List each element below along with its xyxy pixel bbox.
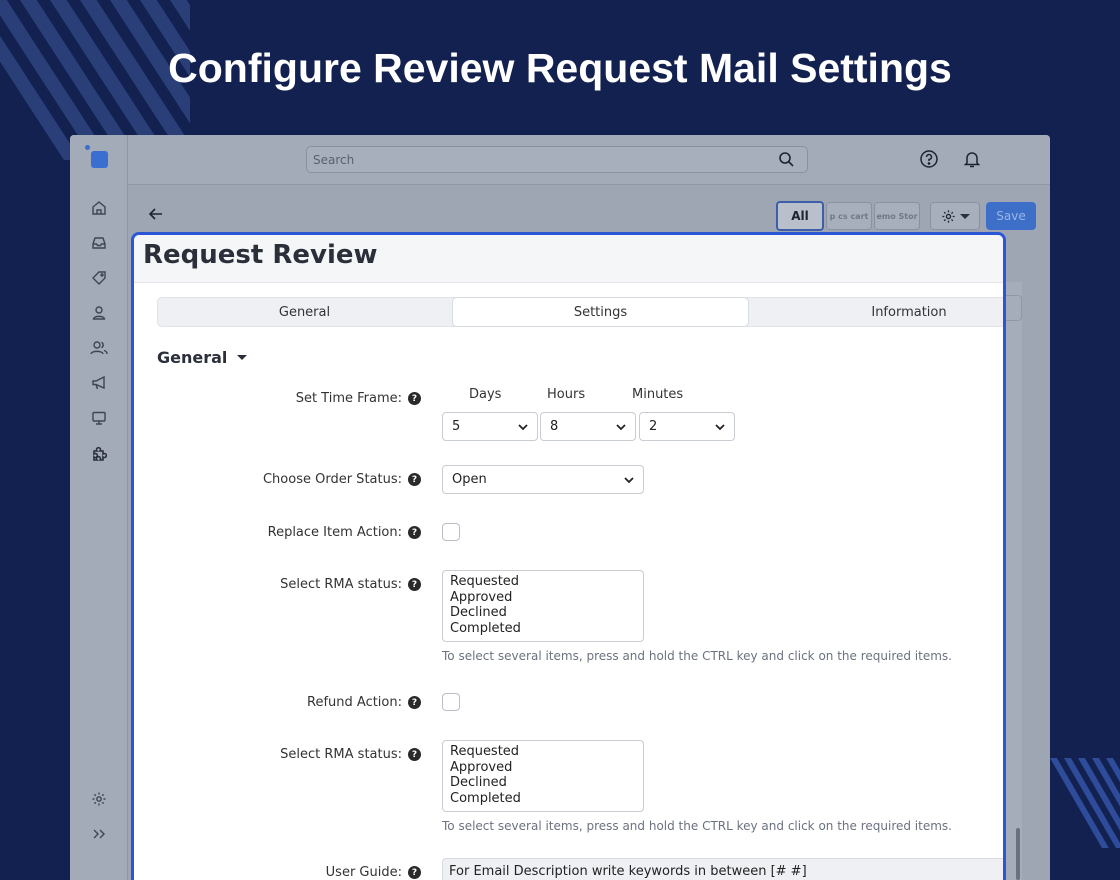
caret-down-icon <box>237 355 248 360</box>
monitor-icon[interactable] <box>90 409 108 427</box>
hours-select-value: 8 <box>550 419 559 434</box>
inbox-icon[interactable] <box>90 234 108 252</box>
request-review-panel: Request Review General Settings Informat… <box>131 232 1006 880</box>
megaphone-icon[interactable] <box>90 374 108 392</box>
list-item[interactable]: Requested <box>450 744 636 760</box>
user-icon[interactable] <box>90 304 108 322</box>
days-select[interactable]: 5 <box>442 412 538 441</box>
rma-status-label: Select RMA status: <box>280 577 402 592</box>
user-guide-field: For Email Description write keywords in … <box>442 858 1003 880</box>
list-item[interactable]: Approved <box>450 590 636 606</box>
replace-item-action-label: Replace Item Action: <box>267 525 402 540</box>
order-status-select[interactable]: Open <box>442 465 644 494</box>
decorative-stripes-bottom-right <box>1050 758 1120 848</box>
order-status-value: Open <box>452 472 487 487</box>
time-frame-label: Set Time Frame: <box>295 391 402 406</box>
settings-gear-icon[interactable] <box>90 790 108 808</box>
minutes-select[interactable]: 2 <box>639 412 735 441</box>
back-arrow-icon[interactable] <box>148 206 164 226</box>
refund-action-checkbox[interactable] <box>442 693 460 711</box>
left-sidebar <box>70 135 128 880</box>
bell-icon[interactable] <box>962 149 982 169</box>
days-column-label: Days <box>469 387 502 402</box>
home-icon[interactable] <box>90 199 108 217</box>
help-tooltip-icon[interactable]: ? <box>408 526 421 539</box>
multiselect-hint: To select several items, press and hold … <box>442 819 952 833</box>
rma-status-label-row-2: Select RMA status: ? <box>280 747 421 762</box>
list-item[interactable]: Approved <box>450 760 636 776</box>
store-button-cscart[interactable]: p cs cart <box>826 202 872 230</box>
caret-down-icon <box>959 213 970 219</box>
page-headline: Configure Review Request Mail Settings <box>168 45 952 91</box>
tab-general[interactable]: General <box>158 298 451 326</box>
tab-information[interactable]: Information <box>754 298 1003 326</box>
help-tooltip-icon[interactable]: ? <box>408 473 421 486</box>
list-item[interactable]: Completed <box>450 621 636 637</box>
hours-select[interactable]: 8 <box>540 412 636 441</box>
rma-status-multiselect-2[interactable]: Requested Approved Declined Completed <box>442 740 644 812</box>
chevron-down-icon <box>714 421 726 437</box>
tab-settings[interactable]: Settings <box>452 297 749 327</box>
minutes-select-value: 2 <box>649 419 658 434</box>
days-select-value: 5 <box>452 419 461 434</box>
app-logo[interactable] <box>91 151 108 168</box>
puzzle-icon[interactable] <box>90 445 108 463</box>
rma-status-multiselect-1[interactable]: Requested Approved Declined Completed <box>442 570 644 642</box>
chevron-down-icon <box>615 421 627 437</box>
list-item[interactable]: Declined <box>450 605 636 621</box>
rma-status-label-row-1: Select RMA status: ? <box>280 577 421 592</box>
search-input[interactable]: Search <box>306 146 808 173</box>
expand-chevrons-icon[interactable] <box>90 825 108 843</box>
logo-dot <box>85 145 90 150</box>
save-button[interactable]: Save <box>986 202 1036 230</box>
help-tooltip-icon[interactable]: ? <box>408 866 421 879</box>
general-section-toggle[interactable]: General <box>157 348 248 367</box>
tab-bar: General Settings Information <box>157 297 1003 327</box>
replace-item-action-checkbox[interactable] <box>442 523 460 541</box>
background-scrollbar[interactable] <box>1016 828 1020 880</box>
multiselect-hint: To select several items, press and hold … <box>442 649 952 663</box>
help-tooltip-icon[interactable]: ? <box>408 696 421 709</box>
chevron-down-icon <box>517 421 529 437</box>
gear-icon <box>941 209 955 223</box>
refund-action-label: Refund Action: <box>307 695 402 710</box>
gear-dropdown-button[interactable] <box>930 202 980 230</box>
help-tooltip-icon[interactable]: ? <box>408 578 421 591</box>
user-guide-label: User Guide: <box>325 865 402 880</box>
chevron-down-icon <box>623 474 635 490</box>
order-status-label-row: Choose Order Status: ? <box>263 472 421 487</box>
section-title: General <box>157 348 228 367</box>
store-button-demo[interactable]: emo Stor <box>874 202 920 230</box>
refund-action-label-row: Refund Action: ? <box>307 695 421 710</box>
list-item[interactable]: Requested <box>450 574 636 590</box>
order-status-label: Choose Order Status: <box>262 472 402 487</box>
tag-icon[interactable] <box>90 269 108 287</box>
user-guide-label-row: User Guide: ? <box>326 865 421 880</box>
panel-title: Request Review <box>143 240 378 270</box>
search-placeholder: Search <box>313 153 355 167</box>
list-item[interactable]: Declined <box>450 775 636 791</box>
time-frame-label-row: Set Time Frame: ? <box>296 391 421 406</box>
search-icon[interactable] <box>778 151 795 172</box>
replace-item-label-row: Replace Item Action: ? <box>268 525 421 540</box>
help-tooltip-icon[interactable]: ? <box>408 392 421 405</box>
users-icon[interactable] <box>90 339 108 357</box>
list-item[interactable]: Completed <box>450 791 636 807</box>
top-bar: Search AA <box>128 135 1050 185</box>
all-stores-button[interactable]: All <box>776 201 824 231</box>
help-icon[interactable] <box>919 149 939 169</box>
rma-status-label: Select RMA status: <box>280 747 402 762</box>
hours-column-label: Hours <box>547 387 586 402</box>
minutes-column-label: Minutes <box>632 387 684 402</box>
help-tooltip-icon[interactable]: ? <box>408 748 421 761</box>
panel-header: Request Review <box>134 235 1003 283</box>
